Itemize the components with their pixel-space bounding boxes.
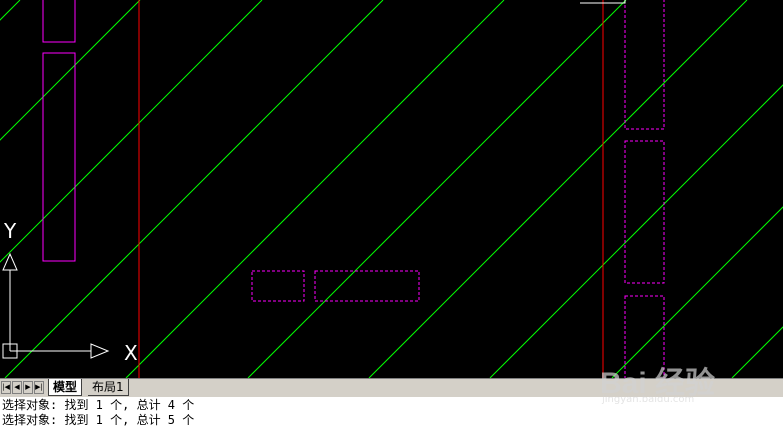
selected-rect-small[interactable] xyxy=(251,270,305,302)
hatch-pattern xyxy=(0,0,783,378)
hatch-line xyxy=(611,206,783,378)
hatch-line xyxy=(125,0,505,378)
drawing-canvas[interactable]: Y X xyxy=(0,0,783,378)
selected-rect-wide[interactable] xyxy=(314,270,420,302)
hatch-line xyxy=(489,84,783,378)
column-rect-left[interactable] xyxy=(42,52,76,262)
hatch-line xyxy=(4,0,384,378)
hatch-line xyxy=(247,0,627,378)
drawing-svg[interactable]: Y X xyxy=(0,0,783,378)
hatch-line xyxy=(0,0,141,141)
hatch-line xyxy=(368,0,748,378)
tab-nav-next-button[interactable]: ▶ xyxy=(23,381,33,394)
hatch-line xyxy=(731,326,783,378)
command-line-2: 选择对象: 找到 1 个, 总计 5 个 xyxy=(2,413,195,426)
tab-nav-last-button[interactable]: ▶| xyxy=(34,381,44,394)
watermark: Bai 经验 jingyan.baidu.com xyxy=(600,340,750,410)
ucs-x-label: X xyxy=(124,341,138,365)
ucs-icon: Y X xyxy=(2,219,138,365)
tab-nav-first-button[interactable]: |◀ xyxy=(1,381,11,394)
column-rect-top[interactable] xyxy=(42,0,76,43)
watermark-url: jingyan.baidu.com xyxy=(602,394,695,405)
hatch-line xyxy=(0,0,263,263)
tab-nav-prev-button[interactable]: ◀ xyxy=(12,381,22,394)
selected-rect-right-middle[interactable] xyxy=(624,140,665,284)
command-line-1: 选择对象: 找到 1 个, 总计 4 个 xyxy=(2,398,195,412)
tab-model[interactable]: 模型 xyxy=(48,379,83,396)
tab-layout1[interactable]: 布局1 xyxy=(88,379,129,396)
selected-rect-right-top[interactable] xyxy=(624,0,665,130)
ucs-y-label: Y xyxy=(3,219,17,243)
